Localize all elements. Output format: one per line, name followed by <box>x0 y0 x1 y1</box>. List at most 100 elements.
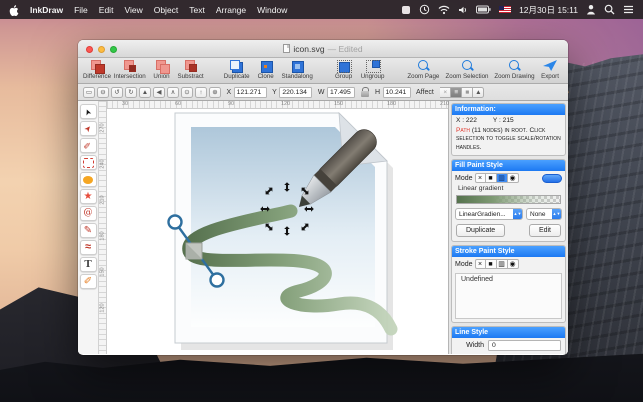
tool-button[interactable] <box>80 121 97 136</box>
gradient-none-dropdown[interactable]: None ▲▼ <box>526 208 562 220</box>
stepper-icon[interactable]: ▲▼ <box>513 209 522 219</box>
lock-aspect-icon[interactable] <box>360 87 369 97</box>
close-button[interactable] <box>86 46 93 53</box>
duplicate-gradient-button[interactable]: Duplicate <box>456 224 505 237</box>
tool-button[interactable] <box>80 206 97 221</box>
transform-button[interactable]: ↺ <box>111 87 123 98</box>
gradient-none-value: None <box>530 211 546 218</box>
battery-icon[interactable] <box>476 5 491 14</box>
transform-button[interactable]: ↑ <box>195 87 207 98</box>
affect-option[interactable]: ▲ <box>473 87 484 98</box>
toolbar-button[interactable]: Clone <box>254 60 278 80</box>
stroke-value-list[interactable]: Undefined <box>455 273 562 319</box>
line-style-header[interactable]: Line Style <box>452 327 565 338</box>
transform-button[interactable]: ▲ <box>139 87 151 98</box>
toolbar-button[interactable]: Substract <box>179 60 203 80</box>
toolbar-button[interactable]: Ungroup <box>361 60 385 80</box>
menu-item[interactable]: View <box>124 5 142 15</box>
canvas-area[interactable]: 306090120150180210 <box>107 101 448 354</box>
tool-button[interactable] <box>80 138 97 153</box>
us-flag-icon[interactable] <box>499 6 511 13</box>
transform-button[interactable]: ∧ <box>167 87 179 98</box>
tool-button[interactable] <box>80 189 97 204</box>
toolbar-button[interactable]: Group <box>332 60 356 80</box>
tool-palette <box>78 101 99 354</box>
transform-button[interactable]: ◀ <box>153 87 165 98</box>
list-icon[interactable] <box>623 5 634 14</box>
menu-item-app[interactable]: InkDraw <box>30 5 63 15</box>
h-input[interactable]: 10.241 <box>383 87 411 98</box>
toolbar-button[interactable]: Zoom Drawing <box>496 60 533 80</box>
window-title-bar[interactable]: icon.svg — Edited <box>78 40 568 58</box>
fill-mode-option[interactable]: × <box>475 173 486 183</box>
y-input[interactable]: 220.134 <box>279 87 312 98</box>
wifi-icon[interactable] <box>438 5 450 15</box>
gradient-name-dropdown[interactable]: LinearGradien... ▲▼ <box>455 208 523 220</box>
toolbar-button-icon <box>230 60 244 72</box>
tool-icon <box>81 241 96 254</box>
tool-button[interactable] <box>80 240 97 255</box>
tool-button[interactable] <box>80 257 97 272</box>
tool-button[interactable] <box>80 104 97 119</box>
stroke-mode-option[interactable]: ▥ <box>497 259 508 269</box>
inspector-panel: Information: X : 222 Y : 215 Path (11 no… <box>448 101 568 354</box>
toolbar-button[interactable]: Duplicate <box>225 60 249 80</box>
toolbar-button[interactable]: Union <box>150 60 174 80</box>
affect-option[interactable]: ≡ <box>451 87 462 98</box>
fill-color-pill-button[interactable] <box>542 174 562 183</box>
menu-item[interactable]: File <box>74 5 88 15</box>
stroke-mode-option[interactable]: ◉ <box>508 259 519 269</box>
fill-paint-header[interactable]: Fill Paint Style <box>452 160 565 171</box>
toolbar-button[interactable]: Intersection <box>115 60 145 80</box>
toolbar-button[interactable]: Difference <box>84 60 110 80</box>
toolbar-button[interactable]: Zoom Selection <box>447 60 487 80</box>
menu-bar-clock[interactable]: 12月30日 15:11 <box>519 4 578 16</box>
apple-menu-icon[interactable] <box>9 4 19 16</box>
document-proxy-icon[interactable] <box>283 44 290 53</box>
transform-button[interactable]: ⊖ <box>97 87 109 98</box>
menu-item[interactable]: Object <box>154 5 179 15</box>
zoom-button[interactable] <box>110 46 117 53</box>
tool-button[interactable] <box>80 274 97 289</box>
user-icon[interactable] <box>586 4 596 15</box>
volume-icon[interactable] <box>458 5 468 15</box>
gradient-preview[interactable] <box>456 195 561 204</box>
minimize-button[interactable] <box>98 46 105 53</box>
clock-icon[interactable] <box>419 4 430 15</box>
fill-mode-option[interactable]: ■ <box>486 173 497 183</box>
drawing-canvas[interactable] <box>107 109 447 354</box>
stroke-mode-option[interactable]: ■ <box>486 259 497 269</box>
toolbar-button[interactable]: Standalong <box>283 60 312 80</box>
menu-item[interactable]: Arrange <box>216 5 246 15</box>
information-header[interactable]: Information: <box>452 104 565 115</box>
line-width-input[interactable]: 0 <box>488 340 561 351</box>
stepper-icon[interactable]: ▲▼ <box>552 209 561 219</box>
affect-option[interactable]: ■ <box>462 87 473 98</box>
fill-mode-option[interactable]: ◉ <box>508 173 519 183</box>
tool-button[interactable] <box>80 172 97 187</box>
menu-item[interactable]: Edit <box>99 5 114 15</box>
fill-mode-option[interactable]: ▥ <box>497 173 508 183</box>
toolbar-button[interactable]: Export <box>538 60 562 80</box>
transform-button[interactable]: ⊙ <box>181 87 193 98</box>
transform-button[interactable]: ↻ <box>125 87 137 98</box>
affect-option[interactable]: × <box>440 87 451 98</box>
transform-button[interactable]: ⊕ <box>209 87 221 98</box>
edit-gradient-button[interactable]: Edit <box>529 224 561 237</box>
menu-item[interactable]: Window <box>257 5 287 15</box>
notification-icon[interactable] <box>401 5 411 15</box>
tool-button[interactable] <box>80 155 97 170</box>
stroke-mode-option[interactable]: × <box>475 259 486 269</box>
menu-item[interactable]: Text <box>189 5 205 15</box>
stroke-paint-header[interactable]: Stroke Paint Style <box>452 246 565 257</box>
ruler-label: 120 <box>100 303 106 312</box>
toolbar-button-icon <box>416 60 430 72</box>
x-input[interactable]: 121.271 <box>234 87 267 98</box>
search-icon[interactable] <box>604 4 615 15</box>
vertical-ruler: 270240210180150120 <box>99 101 107 354</box>
gradient-name-value: LinearGradien... <box>459 211 506 218</box>
toolbar-button[interactable]: Zoom Page <box>409 60 439 80</box>
transform-button[interactable]: ▭ <box>83 87 95 98</box>
tool-button[interactable] <box>80 223 97 238</box>
w-input[interactable]: 17.495 <box>327 87 355 98</box>
